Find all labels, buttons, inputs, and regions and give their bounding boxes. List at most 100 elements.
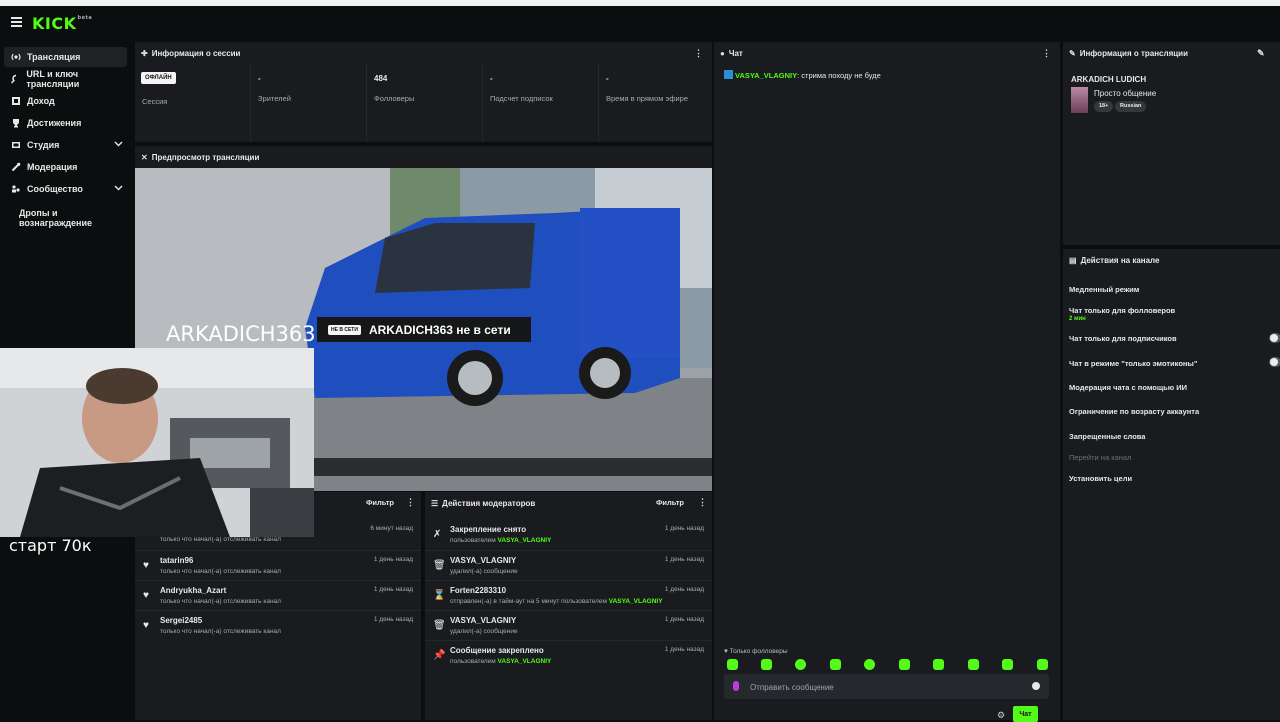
tag-badge[interactable]: 18+ <box>1094 101 1114 112</box>
panel-header: ✚ Информация о сессии <box>135 42 712 64</box>
emote-chat-option[interactable]: Чат в режиме "только эмотиконы" <box>1069 359 1197 368</box>
chat-username[interactable]: VASYA_VLAGNIY <box>735 71 797 80</box>
panel-header: ● Чат <box>714 42 1060 64</box>
emote-icon[interactable] <box>795 659 806 670</box>
age-limit-option[interactable]: Ограничение по возрасту аккаунта <box>1069 407 1199 416</box>
row-time: 1 день назад <box>373 616 413 623</box>
panel-header: ✎ Информация о трансляции <box>1063 42 1280 64</box>
panel-title: Информация о сессии <box>151 48 241 58</box>
emote-bar <box>724 659 1050 675</box>
list-item: ♥ Sergei2485 только что начал(-а) отслеж… <box>135 610 421 640</box>
stat-label: Зрителей <box>258 94 291 103</box>
follower-name: Sergei2485 <box>160 616 203 625</box>
kick-logo[interactable]: KICKbeta <box>32 14 92 33</box>
chat-input[interactable] <box>750 680 1010 694</box>
banned-words-option[interactable]: Запрещенные слова <box>1069 432 1145 441</box>
emote-icon[interactable] <box>968 659 979 670</box>
edit-icon[interactable]: ✎ <box>1257 48 1265 59</box>
row-time: 1 день назад <box>373 556 413 563</box>
row-time: 1 день назад <box>664 616 704 623</box>
more-icon[interactable]: ⋮ <box>406 497 415 508</box>
emote-icon[interactable] <box>899 659 910 670</box>
category-thumbnail <box>1071 87 1088 113</box>
followers-chat-duration: 2 мин <box>1069 316 1086 322</box>
mod-action-detail: удалил(-а) сообщение <box>450 568 518 575</box>
sidebar-item-moderation[interactable]: Модерация <box>4 157 127 177</box>
sidebar-item-studio[interactable]: Студия <box>4 135 127 155</box>
list-item: ♥ tatarin96 только что начал(-а) отслежи… <box>135 550 421 580</box>
emote-icon[interactable] <box>864 659 875 670</box>
webcam-image <box>0 348 314 537</box>
filter-button[interactable]: Фильтр <box>366 498 394 507</box>
sidebar-item-stream-key[interactable]: URL и ключ трансляции <box>4 69 127 89</box>
mod-action-detail: пользователем VASYA_VLAGNIY <box>450 658 552 665</box>
offline-badge: НЕ В СЕТИ <box>328 324 361 335</box>
emote-icon[interactable] <box>727 659 738 670</box>
microphone-icon[interactable] <box>733 681 739 691</box>
row-time: 1 день назад <box>664 556 704 563</box>
more-icon[interactable]: ⋮ <box>694 48 703 59</box>
stat-label: Сессия <box>142 97 168 106</box>
follower-action: только что начал(-а) отслеживать канал <box>160 568 281 575</box>
unpin-icon: ✗ <box>433 529 442 540</box>
sidebar-item-drops[interactable]: Дропы и вознаграждение <box>19 208 133 228</box>
session-info-panel: ✚ Информация о сессии ⋮ ОФЛАЙН Сессия - … <box>135 42 712 142</box>
trophy-icon <box>10 118 21 129</box>
chat-panel: ● Чат ⋮ VASYA_VLAGNIY: стрима походу не … <box>714 42 1060 722</box>
menu-icon[interactable] <box>11 17 22 27</box>
emote-icon[interactable] <box>761 659 772 670</box>
emoji-icon[interactable] <box>1032 682 1040 690</box>
offline-text: ARKADICH363 не в сети <box>368 322 511 337</box>
top-bar: KICKbeta <box>0 6 1280 40</box>
stream-category[interactable]: Просто общение <box>1094 89 1156 98</box>
subs-chat-option[interactable]: Чат только для подписчиков <box>1069 334 1177 343</box>
panel-title: Информация о трансляции <box>1079 48 1188 58</box>
row-time: 1 день назад <box>664 646 704 653</box>
sidebar-item-label: Студия <box>27 140 60 150</box>
expand-icon: ✕ <box>141 152 148 162</box>
mod-action-title: Закрепление снято <box>450 525 527 534</box>
chevron-down-icon <box>114 139 123 150</box>
wrench-icon <box>10 162 21 173</box>
slow-mode-option[interactable]: Медленный режим <box>1069 285 1139 294</box>
channel-name: ARKADICH LUDICH <box>1071 75 1147 84</box>
list-item: ✗ Закрепление снято пользователем VASYA_… <box>425 520 712 550</box>
filter-button[interactable]: Фильтр <box>656 498 684 507</box>
sidebar-item-income[interactable]: Доход <box>4 91 127 111</box>
stat-followers: 484 Фолловеры <box>367 64 483 142</box>
gear-icon[interactable]: ⚙ <box>997 710 1005 721</box>
chat-message: VASYA_VLAGNIY: стрима походу не буде <box>724 70 881 80</box>
subs-chat-toggle[interactable] <box>1269 333 1280 343</box>
sidebar-item-label: URL и ключ трансляции <box>26 69 80 89</box>
mod-action-detail: пользователем VASYA_VLAGNIY <box>450 537 552 544</box>
settings-icon: ▤ <box>1069 255 1077 265</box>
tag-badge[interactable]: Russian <box>1115 101 1147 112</box>
emote-icon[interactable] <box>933 659 944 670</box>
more-icon[interactable]: ⋮ <box>698 497 707 508</box>
list-item: ⌛ Forten2283310 отправлен(-а) в тайм-аут… <box>425 580 712 610</box>
chat-input-box <box>724 674 1049 699</box>
panel-title: Действия на канале <box>1080 255 1160 265</box>
studio-icon <box>10 140 21 151</box>
sidebar-item-broadcast[interactable]: Трансляция <box>4 47 127 67</box>
more-icon[interactable]: ⋮ <box>1042 48 1051 59</box>
chevron-down-icon <box>114 183 123 194</box>
ai-moderation-option[interactable]: Модерация чата с помощью ИИ <box>1069 383 1187 392</box>
channel-actions-panel: ▤ Действия на канале Медленный режим Чат… <box>1063 249 1280 720</box>
stat-value: - <box>606 74 609 83</box>
emote-icon[interactable] <box>1002 659 1013 670</box>
hourglass-icon: ⌛ <box>433 590 446 601</box>
mod-action-title: Forten2283310 <box>450 586 507 595</box>
followers-chat-option[interactable]: Чат только для фолловеров <box>1069 306 1175 315</box>
emote-icon[interactable] <box>1037 659 1048 670</box>
panel-title: Предпросмотр трансляции <box>151 152 260 162</box>
panel-title: Чат <box>728 48 743 58</box>
sidebar-item-community[interactable]: Сообщество <box>4 179 127 199</box>
go-to-channel-link[interactable]: Перейти на канал <box>1069 453 1132 462</box>
followers-only-label: ♥ Только фолловеры <box>724 648 788 655</box>
sidebar-item-achievements[interactable]: Достижения <box>4 113 127 133</box>
emote-chat-toggle[interactable] <box>1269 357 1280 367</box>
set-goals-option[interactable]: Установить цели <box>1069 474 1132 483</box>
emote-icon[interactable] <box>830 659 841 670</box>
row-time: 1 день назад <box>664 525 704 532</box>
